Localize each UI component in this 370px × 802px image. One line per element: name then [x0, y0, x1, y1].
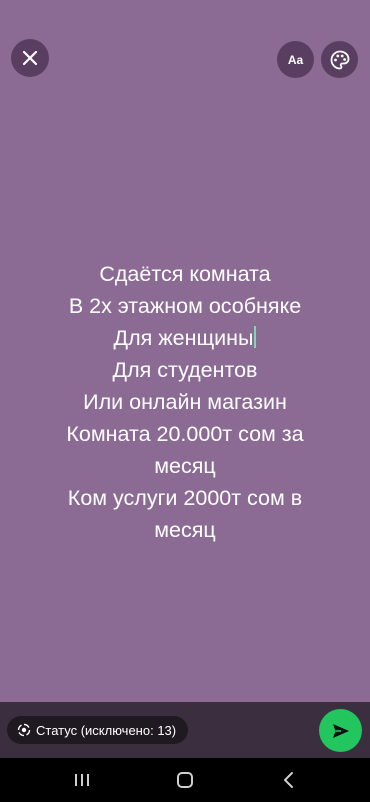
- text-cursor: [254, 326, 257, 348]
- status-line: Для женщины: [113, 326, 254, 350]
- send-button[interactable]: [319, 709, 362, 752]
- recents-button[interactable]: [62, 768, 102, 792]
- recents-icon: [75, 774, 89, 786]
- status-privacy-button[interactable]: Статус (исключено: 13): [7, 716, 189, 744]
- palette-icon: [330, 50, 349, 69]
- status-line: Комната 20.000т сом за: [66, 422, 304, 446]
- status-text-editor[interactable]: Сдаётся комната В 2х этажном особняке Дл…: [30, 258, 340, 546]
- home-icon: [177, 772, 193, 788]
- status-editor-screen: Aa Сдаётся комната В 2х этажном особняке…: [0, 0, 370, 802]
- status-line: Сдаётся комната: [99, 262, 271, 286]
- system-navigation-bar: [0, 758, 370, 802]
- close-button[interactable]: [11, 39, 49, 77]
- status-ring-icon: [17, 723, 31, 737]
- back-icon: [284, 772, 293, 788]
- font-style-label: Aa: [287, 52, 304, 67]
- background-color-button[interactable]: [321, 41, 358, 78]
- send-icon: [332, 723, 349, 738]
- status-line: Или онлайн магазин: [83, 390, 287, 414]
- status-line: месяц: [154, 454, 216, 478]
- status-line: Для студентов: [112, 358, 258, 382]
- status-line: месяц: [154, 518, 216, 542]
- status-line-with-caret: Для женщины: [30, 322, 340, 354]
- status-line: В 2х этажном особняке: [68, 294, 302, 318]
- back-button[interactable]: [269, 768, 309, 792]
- home-button[interactable]: [165, 768, 205, 792]
- close-icon: [22, 50, 38, 66]
- status-privacy-label: Статус (исключено: 13): [36, 722, 177, 738]
- status-line: Ком услуги 2000т сом в: [67, 486, 303, 510]
- font-style-button[interactable]: Aa: [277, 41, 314, 78]
